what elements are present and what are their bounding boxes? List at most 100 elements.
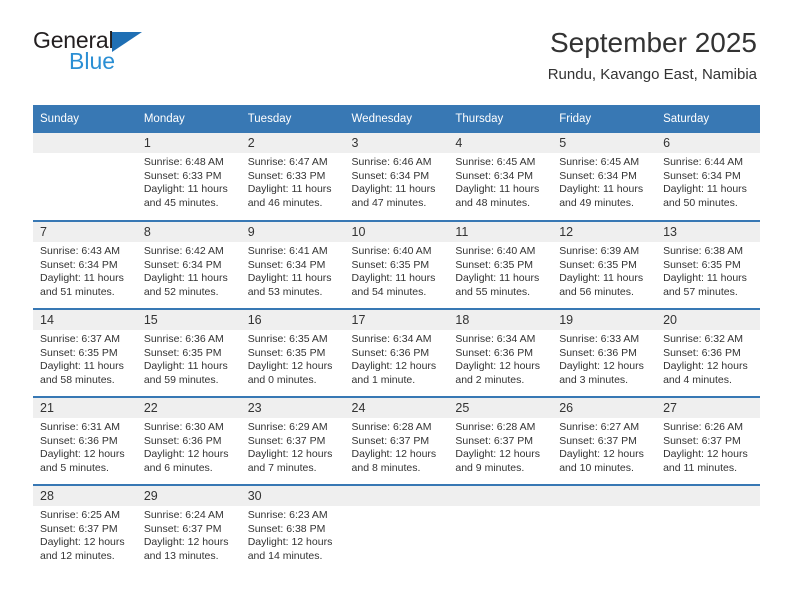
generalblue-logo[interactable]: General Blue (33, 28, 243, 80)
day-number: 11 (448, 222, 553, 242)
weekday-header-thursday: Thursday (448, 105, 553, 133)
sunset-text: Sunset: 6:35 PM (351, 258, 430, 271)
day-details: Sunrise: 6:28 AM Sunset: 6:37 PM Daylight:… (345, 418, 449, 475)
daylight-text-line1: Daylight: 12 hours (247, 448, 333, 461)
calendar-page: General Blue September 2025 Rundu, Kavan… (0, 0, 792, 612)
day-number (552, 486, 657, 506)
calendar-day-cell[interactable]: 29 Sunrise: 6:24 AM Sunset: 6:37 PM Dayligh… (136, 484, 241, 573)
sunrise-text: Sunrise: 6:34 AM (455, 333, 536, 345)
day-number: 21 (33, 398, 137, 418)
cell-inner: 23 Sunrise: 6:29 AM Sunset: 6:37 PM Dayligh… (240, 398, 345, 484)
day-number: 28 (33, 486, 137, 506)
daylight-text-line1: Daylight: 11 hours (143, 272, 228, 285)
sunrise-text: Sunrise: 6:37 AM (40, 333, 120, 345)
sunrise-text: Sunrise: 6:29 AM (247, 421, 328, 433)
day-number: 17 (344, 310, 449, 330)
sunrise-text: Sunrise: 6:32 AM (663, 333, 744, 345)
sunset-text: Sunset: 6:34 PM (559, 169, 637, 182)
day-number: 26 (552, 398, 657, 418)
daylight-text-line2: and 49 minutes. (559, 196, 634, 209)
day-number (448, 486, 553, 506)
sunrise-text: Sunrise: 6:39 AM (559, 245, 640, 257)
calendar-cell-empty (448, 484, 553, 573)
sunset-text: Sunset: 6:36 PM (455, 346, 534, 359)
calendar-cell-empty (656, 484, 760, 573)
calendar-day-cell[interactable]: 6 Sunrise: 6:44 AM Sunset: 6:34 PM Daylight… (656, 133, 760, 221)
calendar-day-cell[interactable]: 28 Sunrise: 6:25 AM Sunset: 6:37 PM Dayligh… (33, 484, 137, 573)
page-subtitle: Rundu, Kavango East, Namibia (547, 66, 757, 83)
calendar-day-cell[interactable]: 19 Sunrise: 6:33 AM Sunset: 6:36 PM Dayligh… (552, 308, 657, 397)
calendar-day-cell[interactable]: 4 Sunrise: 6:45 AM Sunset: 6:34 PM Daylight… (448, 133, 553, 221)
calendar-week-row: 1 Sunrise: 6:48 AM Sunset: 6:33 PM Daylight… (33, 133, 760, 221)
weekday-header-row: Sunday Monday Tuesday Wednesday Thursday… (33, 105, 760, 133)
calendar-day-cell[interactable]: 30 Sunrise: 6:23 AM Sunset: 6:38 PM Dayligh… (240, 484, 345, 573)
day-number: 12 (552, 222, 657, 242)
day-details: Sunrise: 6:34 AM Sunset: 6:36 PM Daylight:… (345, 330, 449, 387)
calendar-day-cell[interactable]: 22 Sunrise: 6:30 AM Sunset: 6:36 PM Dayligh… (136, 396, 241, 485)
calendar-week-row: 21 Sunrise: 6:31 AM Sunset: 6:36 PM Dayligh… (33, 396, 760, 485)
daylight-text-line2: and 11 minutes. (663, 461, 737, 474)
calendar-day-cell[interactable]: 12 Sunrise: 6:39 AM Sunset: 6:35 PM Dayligh… (552, 220, 657, 309)
cell-inner: 11 Sunrise: 6:40 AM Sunset: 6:35 PM Dayligh… (448, 222, 553, 308)
sunset-text: Sunset: 6:37 PM (559, 434, 637, 447)
daylight-text-line1: Daylight: 11 hours (351, 183, 436, 196)
day-number: 19 (552, 310, 657, 330)
sunset-text: Sunset: 6:37 PM (40, 522, 118, 535)
calendar-day-cell[interactable]: 18 Sunrise: 6:34 AM Sunset: 6:36 PM Dayligh… (448, 308, 553, 397)
calendar-day-cell[interactable]: 26 Sunrise: 6:27 AM Sunset: 6:37 PM Dayligh… (552, 396, 657, 485)
calendar-day-cell[interactable]: 7 Sunrise: 6:43 AM Sunset: 6:34 PM Daylight… (33, 220, 137, 309)
calendar-day-cell[interactable]: 10 Sunrise: 6:40 AM Sunset: 6:35 PM Dayligh… (344, 220, 449, 309)
calendar-day-cell[interactable]: 21 Sunrise: 6:31 AM Sunset: 6:36 PM Dayligh… (33, 396, 137, 485)
daylight-text-line1: Daylight: 12 hours (143, 448, 229, 461)
calendar-day-cell[interactable]: 20 Sunrise: 6:32 AM Sunset: 6:36 PM Dayligh… (656, 308, 760, 397)
sunset-text: Sunset: 6:34 PM (247, 258, 326, 271)
sunset-text: Sunset: 6:36 PM (559, 346, 637, 359)
cell-inner (656, 486, 760, 573)
daylight-text-line2: and 58 minutes. (40, 373, 115, 386)
sunrise-text: Sunrise: 6:24 AM (143, 509, 224, 521)
calendar-day-cell[interactable]: 23 Sunrise: 6:29 AM Sunset: 6:37 PM Dayligh… (240, 396, 345, 485)
sunset-text: Sunset: 6:35 PM (247, 346, 326, 359)
calendar-day-cell[interactable]: 3 Sunrise: 6:46 AM Sunset: 6:34 PM Daylight… (344, 133, 449, 221)
daylight-text-line1: Daylight: 11 hours (143, 360, 228, 373)
calendar-day-cell[interactable]: 15 Sunrise: 6:36 AM Sunset: 6:35 PM Dayligh… (136, 308, 241, 397)
daylight-text-line1: Daylight: 11 hours (559, 183, 644, 196)
calendar-day-cell[interactable]: 1 Sunrise: 6:48 AM Sunset: 6:33 PM Daylight… (136, 133, 241, 221)
daylight-text-line2: and 59 minutes. (143, 373, 219, 386)
daylight-text-line1: Daylight: 11 hours (663, 183, 747, 196)
calendar-day-cell[interactable]: 9 Sunrise: 6:41 AM Sunset: 6:34 PM Daylight… (240, 220, 345, 309)
sunrise-text: Sunrise: 6:28 AM (455, 421, 536, 433)
calendar-day-cell[interactable]: 2 Sunrise: 6:47 AM Sunset: 6:33 PM Daylight… (240, 133, 345, 221)
day-number: 9 (240, 222, 345, 242)
sunrise-text: Sunrise: 6:46 AM (351, 156, 432, 168)
day-details: Sunrise: 6:25 AM Sunset: 6:37 PM Daylight:… (33, 506, 137, 563)
daylight-text-line1: Daylight: 12 hours (247, 536, 333, 549)
day-details: Sunrise: 6:34 AM Sunset: 6:36 PM Daylight:… (448, 330, 552, 387)
page-header: General Blue September 2025 Rundu, Kavan… (0, 0, 792, 83)
calendar-day-cell[interactable]: 14 Sunrise: 6:37 AM Sunset: 6:35 PM Dayligh… (33, 308, 137, 397)
day-number (656, 486, 760, 506)
calendar-day-cell[interactable]: 16 Sunrise: 6:35 AM Sunset: 6:35 PM Dayligh… (240, 308, 345, 397)
cell-inner: 17 Sunrise: 6:34 AM Sunset: 6:36 PM Dayligh… (344, 310, 449, 396)
sunrise-text: Sunrise: 6:47 AM (247, 156, 328, 168)
cell-inner: 9 Sunrise: 6:41 AM Sunset: 6:34 PM Daylight… (240, 222, 345, 308)
calendar-day-cell[interactable]: 17 Sunrise: 6:34 AM Sunset: 6:36 PM Dayligh… (344, 308, 449, 397)
calendar-day-cell[interactable]: 11 Sunrise: 6:40 AM Sunset: 6:35 PM Dayligh… (448, 220, 553, 309)
day-number: 8 (136, 222, 241, 242)
daylight-text-line2: and 56 minutes. (559, 285, 634, 298)
sunset-text: Sunset: 6:36 PM (351, 346, 430, 359)
calendar-day-cell[interactable]: 8 Sunrise: 6:42 AM Sunset: 6:34 PM Daylight… (136, 220, 241, 309)
day-number: 24 (344, 398, 449, 418)
daylight-text-line1: Daylight: 11 hours (40, 272, 124, 285)
day-details: Sunrise: 6:38 AM Sunset: 6:35 PM Daylight:… (656, 242, 760, 299)
logo-text-blue: Blue (69, 48, 116, 74)
calendar-week-row: 28 Sunrise: 6:25 AM Sunset: 6:37 PM Dayligh… (33, 484, 760, 573)
calendar-day-cell[interactable]: 24 Sunrise: 6:28 AM Sunset: 6:37 PM Dayligh… (344, 396, 449, 485)
calendar-day-cell[interactable]: 13 Sunrise: 6:38 AM Sunset: 6:35 PM Dayligh… (656, 220, 760, 309)
calendar-day-cell[interactable]: 25 Sunrise: 6:28 AM Sunset: 6:37 PM Dayligh… (448, 396, 553, 485)
day-details: Sunrise: 6:28 AM Sunset: 6:37 PM Daylight:… (448, 418, 552, 475)
calendar-day-cell[interactable]: 5 Sunrise: 6:45 AM Sunset: 6:34 PM Daylight… (552, 133, 657, 221)
day-details: Sunrise: 6:40 AM Sunset: 6:35 PM Daylight:… (345, 242, 449, 299)
calendar-day-cell[interactable]: 27 Sunrise: 6:26 AM Sunset: 6:37 PM Dayligh… (656, 396, 760, 485)
daylight-text-line1: Daylight: 11 hours (247, 272, 332, 285)
